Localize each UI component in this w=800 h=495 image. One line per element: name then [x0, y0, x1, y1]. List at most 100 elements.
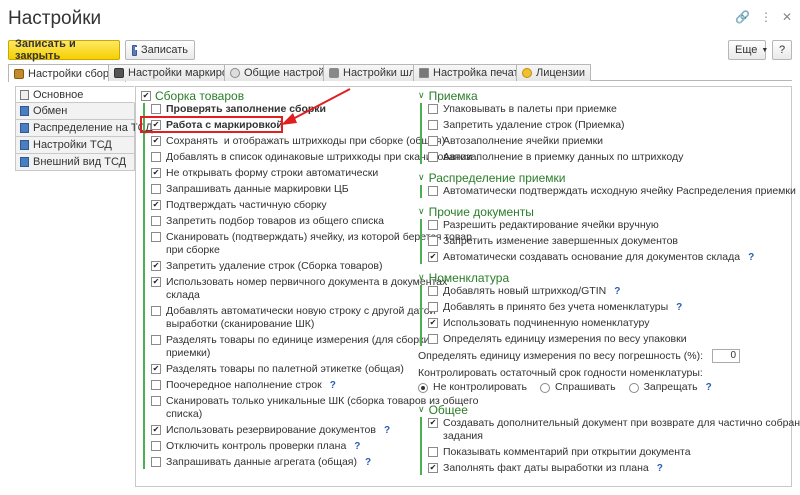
checkbox-option[interactable]: Отключить контроль проверки плана?	[151, 440, 413, 453]
checkbox-option[interactable]: Создавать дополнительный документ при во…	[428, 417, 800, 443]
radio-forbid[interactable]	[628, 383, 639, 393]
checkbox[interactable]	[428, 104, 438, 114]
nomenclature-section-title[interactable]: ∨ Номенклатура	[418, 270, 793, 285]
help-icon[interactable]: ?	[354, 440, 360, 453]
checkbox[interactable]	[428, 418, 438, 428]
checkbox[interactable]	[151, 306, 161, 316]
checkbox-option[interactable]: Автоматически создавать основание для до…	[428, 251, 793, 264]
help-button[interactable]: ?	[772, 40, 792, 60]
checkbox[interactable]	[151, 216, 161, 226]
checkbox-option[interactable]: Разделять товары по палетной этикетке (о…	[151, 363, 413, 376]
checkbox[interactable]	[428, 120, 438, 130]
help-icon[interactable]: ?	[614, 285, 620, 298]
tab-licenses[interactable]: Лицензии	[516, 64, 592, 81]
tab-print-settings[interactable]: Настройка печати	[413, 64, 531, 81]
checkbox[interactable]	[151, 380, 161, 390]
checkbox[interactable]	[428, 286, 438, 296]
checkbox-option[interactable]: Сканировать только уникальные ШК (сборка…	[151, 395, 478, 421]
checkbox-option[interactable]: Запрашивать данные агрегата (общая)?	[151, 456, 413, 469]
checkbox-option[interactable]: Сохранять и отображать штрихкоды при сбо…	[151, 135, 445, 148]
checkbox[interactable]	[428, 447, 438, 457]
radio-ask[interactable]	[539, 383, 550, 393]
checkbox[interactable]	[151, 184, 161, 194]
checkbox-option[interactable]: Запретить подбор товаров из общего списк…	[151, 215, 413, 228]
checkbox[interactable]	[428, 318, 438, 328]
checkbox[interactable]	[428, 186, 438, 196]
help-icon[interactable]: ?	[365, 456, 371, 469]
section-checkbox[interactable]	[141, 91, 151, 101]
checkbox[interactable]	[151, 152, 161, 162]
checkbox[interactable]	[428, 252, 438, 262]
help-icon[interactable]: ?	[330, 379, 336, 392]
checkbox[interactable]	[428, 152, 438, 162]
checkbox-option[interactable]: Запретить удаление строк (Приемка)	[428, 119, 793, 132]
general-section-title[interactable]: ∨ Общее	[418, 402, 793, 417]
checkbox[interactable]	[151, 335, 161, 345]
distribution-section-title[interactable]: ∨ Распределение приемки	[418, 170, 793, 185]
checkbox-option[interactable]: Сканировать (подтверждать) ячейку, из ко…	[151, 231, 472, 257]
checkbox-option[interactable]: Упаковывать в палеты при приемке	[428, 103, 793, 116]
sidebar-item-exchange[interactable]: Обмен	[15, 103, 135, 120]
checkbox-option[interactable]: Разрешить редактирование ячейки вручную	[428, 219, 793, 232]
help-icon[interactable]: ?	[748, 251, 754, 264]
sidebar-item-tsd-settings[interactable]: Настройки ТСД	[15, 137, 135, 154]
checkbox-option[interactable]: Использовать подчиненную номенклатуру	[428, 317, 793, 330]
help-icon[interactable]: ?	[657, 462, 663, 475]
more-vertical-icon[interactable]: ⋮	[760, 10, 772, 24]
checkbox-option[interactable]: Использовать резервирование документов?	[151, 424, 413, 437]
sidebar-item-tsd-appearance[interactable]: Внешний вид ТСД	[15, 154, 135, 171]
checkbox-option[interactable]: Поочередное наполнение строк?	[151, 379, 413, 392]
checkbox-option[interactable]: Разделять товары по единице измерения (д…	[151, 334, 438, 360]
checkbox-option[interactable]: Автоматически подтверждать исходную ячей…	[428, 185, 796, 198]
checkbox-option[interactable]: Подтверждать частичную сборку	[151, 199, 413, 212]
checkbox[interactable]	[428, 463, 438, 473]
help-icon[interactable]: ?	[384, 424, 390, 437]
checkbox-option[interactable]: Автозаполнение в приемку данных по штрих…	[428, 151, 793, 164]
checkbox[interactable]	[428, 220, 438, 230]
help-icon[interactable]: ?	[676, 301, 682, 314]
checkbox[interactable]	[151, 396, 161, 406]
checkbox[interactable]	[151, 261, 161, 271]
checkbox[interactable]	[428, 302, 438, 312]
checkbox[interactable]	[428, 136, 438, 146]
checkbox-option[interactable]: Показывать комментарий при открытии доку…	[428, 446, 793, 459]
help-icon[interactable]: ?	[706, 381, 712, 394]
checkbox[interactable]	[428, 236, 438, 246]
checkbox[interactable]	[151, 200, 161, 210]
checkbox-option[interactable]: Запретить изменение завершенных документ…	[428, 235, 793, 248]
checkbox[interactable]	[151, 364, 161, 374]
checkbox-option[interactable]: Использовать номер первичного документа …	[151, 276, 447, 302]
checkbox[interactable]	[151, 104, 161, 114]
checkbox[interactable]	[151, 168, 161, 178]
sidebar-item-distribution[interactable]: Распределение на ТСД	[15, 120, 153, 137]
checkbox-label: Не открывать форму строки автоматически	[166, 167, 379, 179]
checkbox-option[interactable]: Заполнять факт даты выработки из плана?	[428, 462, 793, 475]
checkbox-option[interactable]: Добавлять в принято без учета номенклату…	[428, 301, 793, 314]
more-button[interactable]: Еще ▼	[728, 40, 768, 60]
checkbox-option[interactable]: Добавлять новый штрихкод/GTIN?	[428, 285, 793, 298]
checkbox-option[interactable]: Запрашивать данные маркировки ЦБ	[151, 183, 413, 196]
checkbox[interactable]	[151, 232, 161, 242]
checkbox[interactable]	[428, 334, 438, 344]
acceptance-section-title[interactable]: ∨ Приемка	[418, 88, 793, 103]
checkbox-option[interactable]: Добавлять в список одинаковые штрихкоды …	[151, 151, 472, 164]
link-icon[interactable]: 🔗	[735, 10, 750, 24]
checkbox-option[interactable]: Не открывать форму строки автоматически	[151, 167, 413, 180]
checkbox[interactable]	[151, 277, 161, 287]
checkbox-option[interactable]: Добавлять автоматически новую строку с д…	[151, 305, 435, 331]
checkbox-option[interactable]: Автозаполнение ячейки приемки	[428, 135, 793, 148]
save-button[interactable]: Записать	[125, 40, 195, 60]
weight-tolerance-input[interactable]: 0	[712, 349, 741, 363]
sidebar-item-main[interactable]: Основное	[15, 86, 135, 103]
save-and-close-button[interactable]: Записать и закрыть	[8, 38, 120, 62]
other-docs-section-title[interactable]: ∨ Прочие документы	[418, 204, 793, 219]
checkbox[interactable]	[151, 441, 161, 451]
checkbox[interactable]	[151, 136, 161, 146]
more-label: Еще	[735, 44, 758, 56]
checkbox-option[interactable]: Запретить удаление строк (Сборка товаров…	[151, 260, 413, 273]
close-icon[interactable]: ✕	[782, 10, 792, 24]
checkbox-option[interactable]: Определять единицу измерения по весу упа…	[428, 333, 793, 346]
checkbox[interactable]	[151, 425, 161, 435]
checkbox[interactable]	[151, 457, 161, 467]
radio-no-control[interactable]	[418, 383, 428, 393]
